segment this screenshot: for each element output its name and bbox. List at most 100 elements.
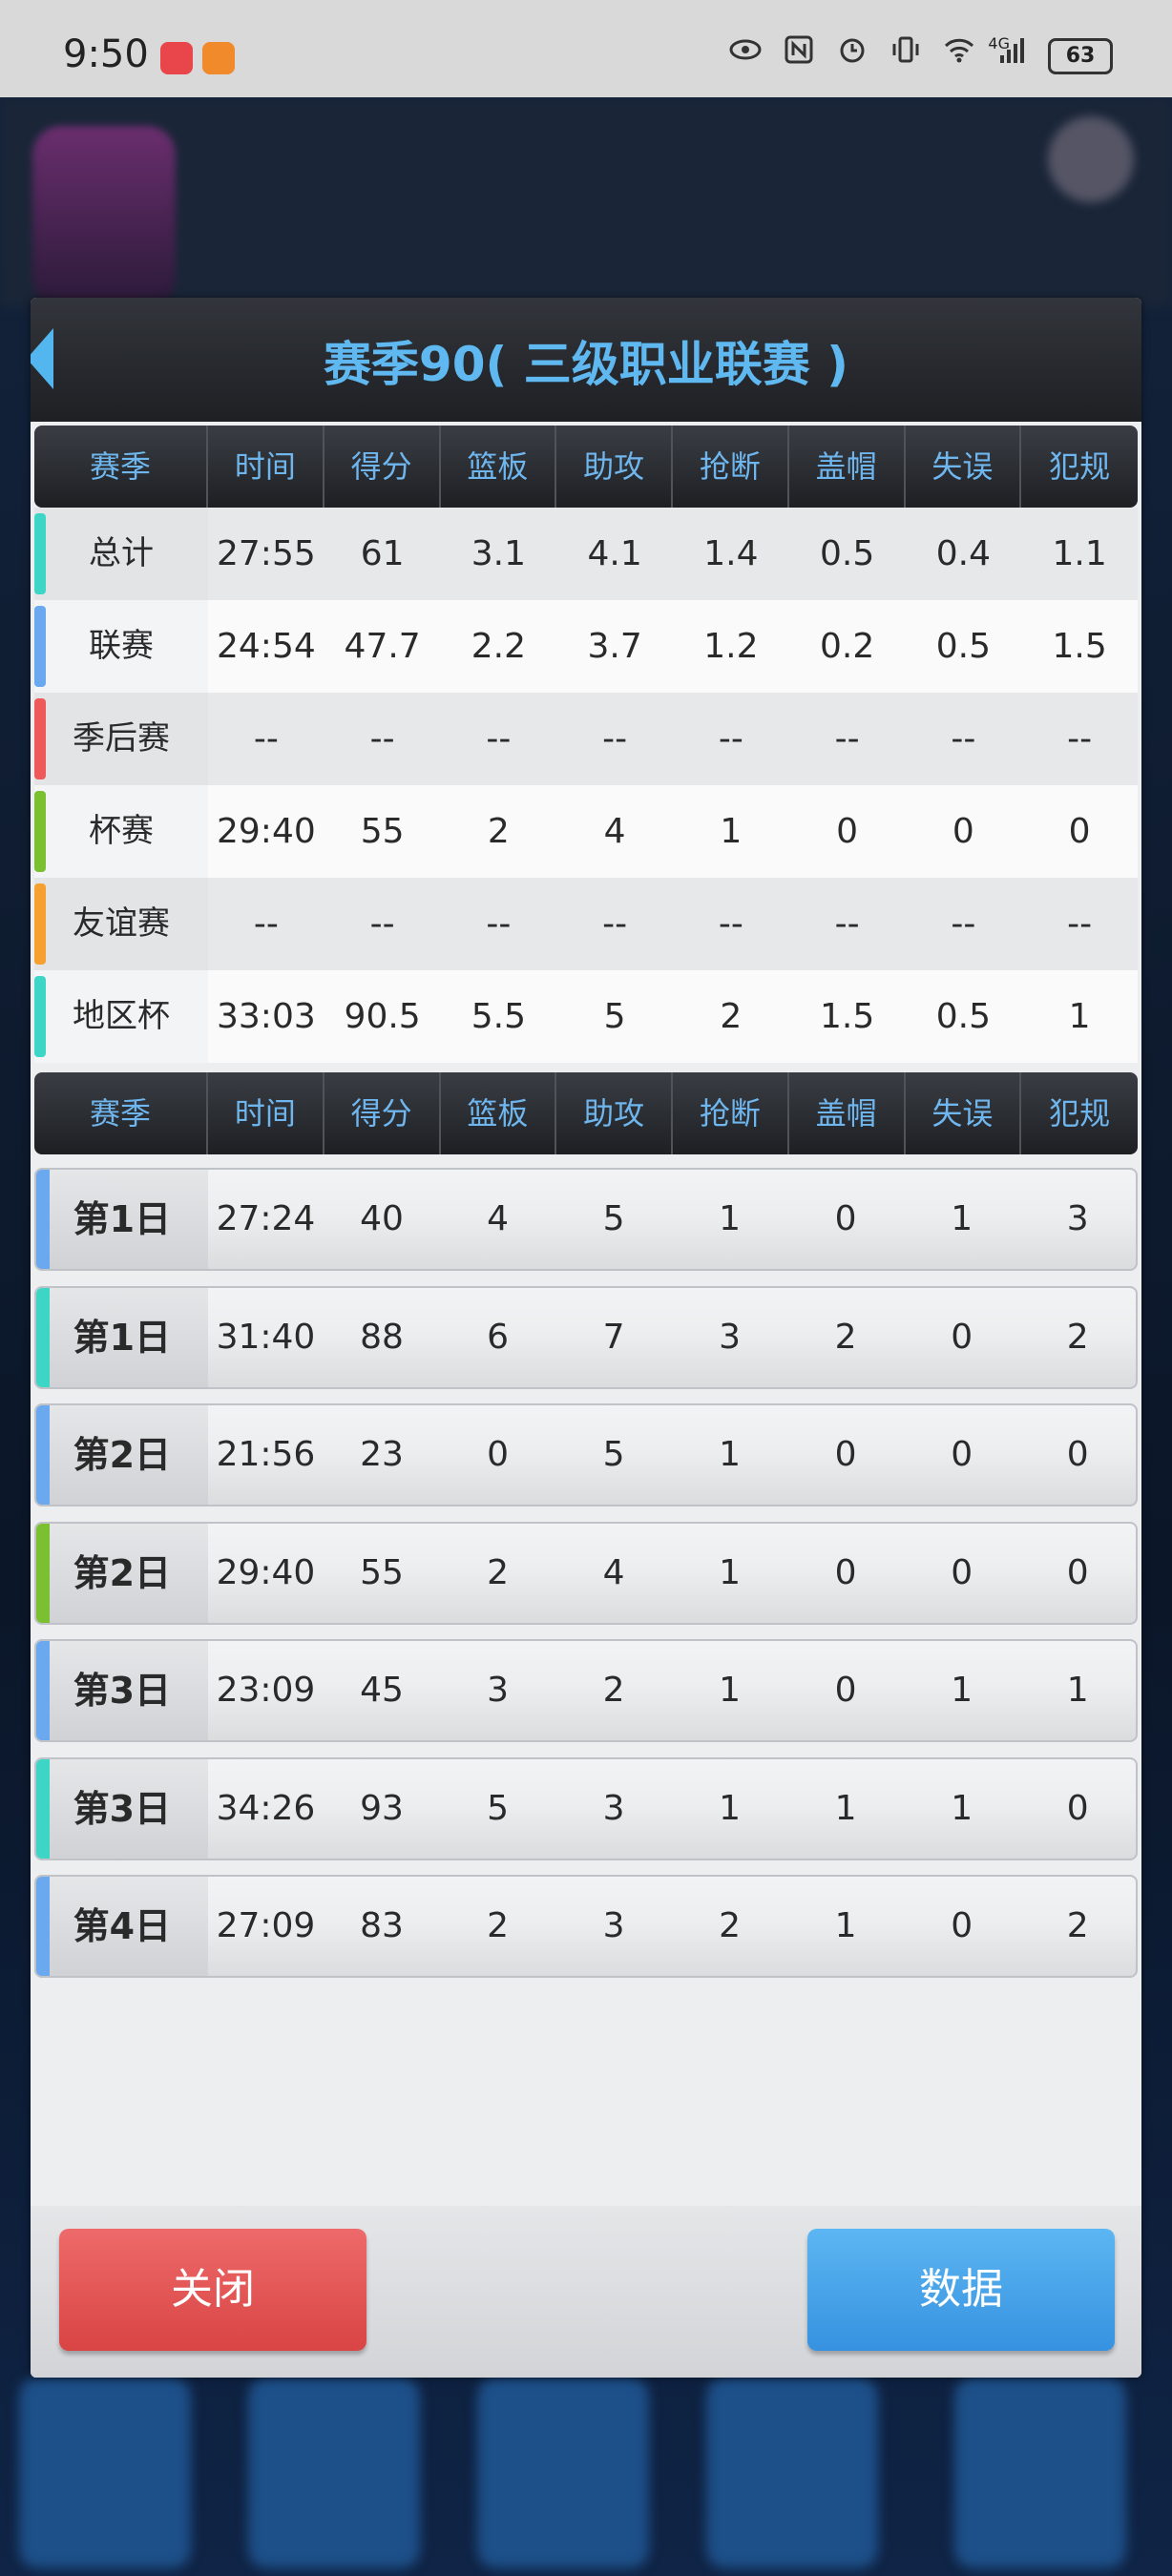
stat-cell: 1.1 bbox=[1052, 534, 1107, 573]
stat-cell: 2 bbox=[487, 812, 510, 851]
summary-row-label: 地区杯 bbox=[34, 970, 208, 1063]
row-accent-bar bbox=[36, 1170, 50, 1269]
games-table-header: 赛季 时间 得分 篮板 助攻 抢断 盖帽 失误 犯规 bbox=[34, 1072, 1138, 1154]
stat-cell: 21:56 bbox=[216, 1435, 316, 1474]
stat-cell: 0 bbox=[1068, 812, 1091, 851]
currency-icon bbox=[248, 2378, 420, 2568]
stat-cell: 23 bbox=[360, 1435, 404, 1474]
summary-row-label-text: 联赛 bbox=[89, 627, 154, 665]
game-row[interactable]: 第3日 34:26 93 5 3 1 1 1 0 bbox=[34, 1756, 1138, 1860]
season-stats-dialog: 赛季90( 三级职业联赛 ) 赛季 时间 得分 篮板 助攻 抢断 盖帽 失误 犯规 总计 27:5… bbox=[31, 298, 1141, 2378]
battery-icon: 63 bbox=[1048, 38, 1113, 74]
summary-row-label: 季后赛 bbox=[34, 693, 208, 785]
summary-header-cell: 犯规 bbox=[1049, 448, 1111, 485]
background-header bbox=[0, 97, 1172, 307]
stat-cell: 1 bbox=[1066, 1671, 1089, 1710]
stat-cell: 93 bbox=[360, 1788, 404, 1828]
summary-header-cell: 盖帽 bbox=[789, 426, 906, 508]
stat-cell: -- bbox=[1067, 719, 1093, 758]
summary-header-cell: 失误 bbox=[906, 426, 1022, 508]
book-app-icon bbox=[160, 42, 193, 74]
summary-row-label-text: 杯赛 bbox=[89, 812, 154, 850]
close-button[interactable]: 关闭 bbox=[59, 2229, 366, 2351]
summary-row-label: 友谊赛 bbox=[34, 878, 208, 970]
game-row[interactable]: 第2日 29:40 55 2 4 1 0 0 0 bbox=[34, 1521, 1138, 1625]
stat-cell: 4 bbox=[602, 1552, 625, 1592]
stat-cell: -- bbox=[253, 719, 279, 758]
game-row-label: 第3日 bbox=[36, 1758, 208, 1859]
summary-row-label-text: 友谊赛 bbox=[73, 904, 170, 943]
game-row-label: 第2日 bbox=[36, 1523, 208, 1623]
data-button[interactable]: 数据 bbox=[807, 2229, 1115, 2351]
summary-header-cell: 助攻 bbox=[556, 426, 673, 508]
game-row[interactable]: 第4日 27:09 83 2 3 2 1 0 2 bbox=[34, 1875, 1138, 1978]
stat-cell: -- bbox=[834, 904, 860, 944]
stat-cell: 7 bbox=[602, 1317, 625, 1357]
chart-icon bbox=[477, 2378, 649, 2568]
summary-row: 联赛 24:54 47.7 2.2 3.7 1.2 0.2 0.5 1.5 bbox=[34, 600, 1138, 693]
stat-cell: 55 bbox=[360, 812, 405, 851]
stat-cell: 0.5 bbox=[935, 627, 991, 666]
chevrons-down-icon bbox=[954, 2378, 1126, 2568]
stat-cell: 2 bbox=[487, 1906, 509, 1945]
stat-cell: 0 bbox=[951, 1435, 973, 1474]
stat-cell: 27:55 bbox=[217, 534, 316, 573]
summary-row: 杯赛 29:40 55 2 4 1 0 0 0 bbox=[34, 785, 1138, 878]
row-accent-bar bbox=[34, 513, 46, 594]
stat-cell: -- bbox=[486, 904, 512, 944]
summary-header-cell: 时间 bbox=[208, 426, 324, 508]
stat-cell: 1 bbox=[719, 1671, 742, 1710]
stat-cell: 24:54 bbox=[217, 627, 316, 666]
summary-row-label-text: 地区杯 bbox=[73, 997, 170, 1035]
stat-cell: 0.5 bbox=[819, 534, 875, 573]
dialog-footer: 关闭 数据 bbox=[31, 2206, 1141, 2378]
game-row-label-text: 第4日 bbox=[73, 1905, 172, 1947]
stat-cell: 4 bbox=[603, 812, 626, 851]
stat-cell: 0.4 bbox=[935, 534, 991, 573]
stat-cell: 2 bbox=[720, 997, 743, 1036]
row-accent-bar bbox=[34, 976, 46, 1057]
stat-cell: 5 bbox=[602, 1199, 625, 1238]
stat-cell: -- bbox=[834, 719, 860, 758]
stat-cell: 2 bbox=[487, 1552, 509, 1592]
stat-cell: 55 bbox=[360, 1552, 404, 1592]
game-row[interactable]: 第1日 31:40 88 6 7 3 2 0 2 bbox=[34, 1285, 1138, 1389]
status-time: 9:50 bbox=[63, 32, 149, 76]
stat-cell: -- bbox=[718, 719, 743, 758]
game-row-label: 第1日 bbox=[36, 1170, 208, 1269]
stat-cell: 0 bbox=[834, 1435, 857, 1474]
stat-cell: 47.7 bbox=[344, 627, 421, 666]
row-accent-bar bbox=[36, 1877, 50, 1976]
summary-row: 季后赛 -- -- -- -- -- -- -- -- bbox=[34, 693, 1138, 785]
status-icons bbox=[729, 34, 1029, 65]
stat-cell: 29:40 bbox=[216, 1552, 316, 1592]
summary-header-cell: 赛季 bbox=[34, 426, 208, 508]
stat-cell: 83 bbox=[360, 1906, 404, 1945]
stat-cell: 0 bbox=[834, 1552, 857, 1592]
games-header-cell: 时间 bbox=[208, 1072, 324, 1154]
star-icon bbox=[19, 2378, 191, 2568]
games-header-cell: 盖帽 bbox=[789, 1072, 906, 1154]
stat-cell: 1 bbox=[719, 1552, 742, 1592]
summary-table-header: 赛季 时间 得分 篮板 助攻 抢断 盖帽 失误 犯规 bbox=[34, 426, 1138, 508]
stat-cell: 0 bbox=[951, 1552, 973, 1592]
stat-cell: 1 bbox=[720, 812, 743, 851]
stat-cell: 0 bbox=[487, 1435, 509, 1474]
status-bar: 9:50 4G 63 bbox=[0, 0, 1172, 97]
stat-cell: 1 bbox=[719, 1199, 742, 1238]
stat-cell: 61 bbox=[360, 534, 405, 573]
row-accent-bar bbox=[36, 1758, 50, 1859]
stat-cell: 1 bbox=[834, 1906, 857, 1945]
stat-cell: 1 bbox=[719, 1435, 742, 1474]
summary-header-cell: 篮板 bbox=[441, 426, 557, 508]
stat-cell: 2 bbox=[719, 1906, 742, 1945]
game-row[interactable]: 第3日 23:09 45 3 2 1 0 1 1 bbox=[34, 1639, 1138, 1742]
game-row[interactable]: 第1日 27:24 40 4 5 1 0 1 3 bbox=[34, 1168, 1138, 1271]
stat-cell: 2 bbox=[1066, 1317, 1089, 1357]
stat-cell: 2.2 bbox=[471, 627, 526, 666]
summary-header-cell: 得分 bbox=[324, 426, 441, 508]
games-header-cell: 赛季 bbox=[34, 1072, 208, 1154]
game-row[interactable]: 第2日 21:56 23 0 5 1 0 0 0 bbox=[34, 1403, 1138, 1506]
stat-cell: 0 bbox=[952, 812, 974, 851]
row-accent-bar bbox=[34, 606, 46, 687]
